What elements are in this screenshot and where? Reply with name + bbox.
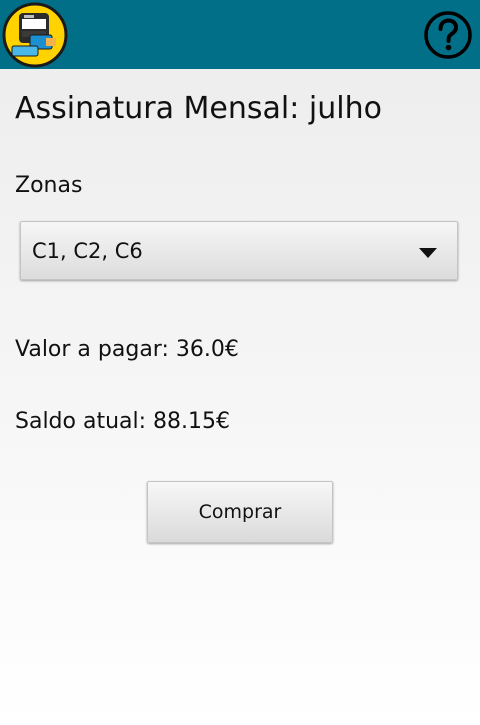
amount-label: Valor a pagar: bbox=[15, 337, 169, 362]
zones-selected-value: C1, C2, C6 bbox=[32, 239, 143, 263]
balance-label: Saldo atual: bbox=[15, 409, 147, 434]
question-circle-icon bbox=[424, 11, 472, 59]
dropdown-arrow-icon bbox=[419, 248, 437, 258]
balance-value: 88.15€ bbox=[153, 409, 231, 434]
zones-label: Zonas bbox=[15, 173, 83, 198]
current-balance: Saldo atual: 88.15€ bbox=[15, 409, 230, 434]
app-logo-icon[interactable] bbox=[2, 2, 68, 68]
page-title: Assinatura Mensal: julho bbox=[15, 91, 382, 126]
zones-dropdown[interactable]: C1, C2, C6 bbox=[20, 221, 458, 280]
amount-to-pay: Valor a pagar: 36.0€ bbox=[15, 337, 239, 362]
amount-value: 36.0€ bbox=[175, 337, 239, 362]
action-bar bbox=[0, 0, 480, 69]
help-button[interactable] bbox=[422, 9, 474, 61]
buy-button[interactable]: Comprar bbox=[147, 481, 333, 543]
